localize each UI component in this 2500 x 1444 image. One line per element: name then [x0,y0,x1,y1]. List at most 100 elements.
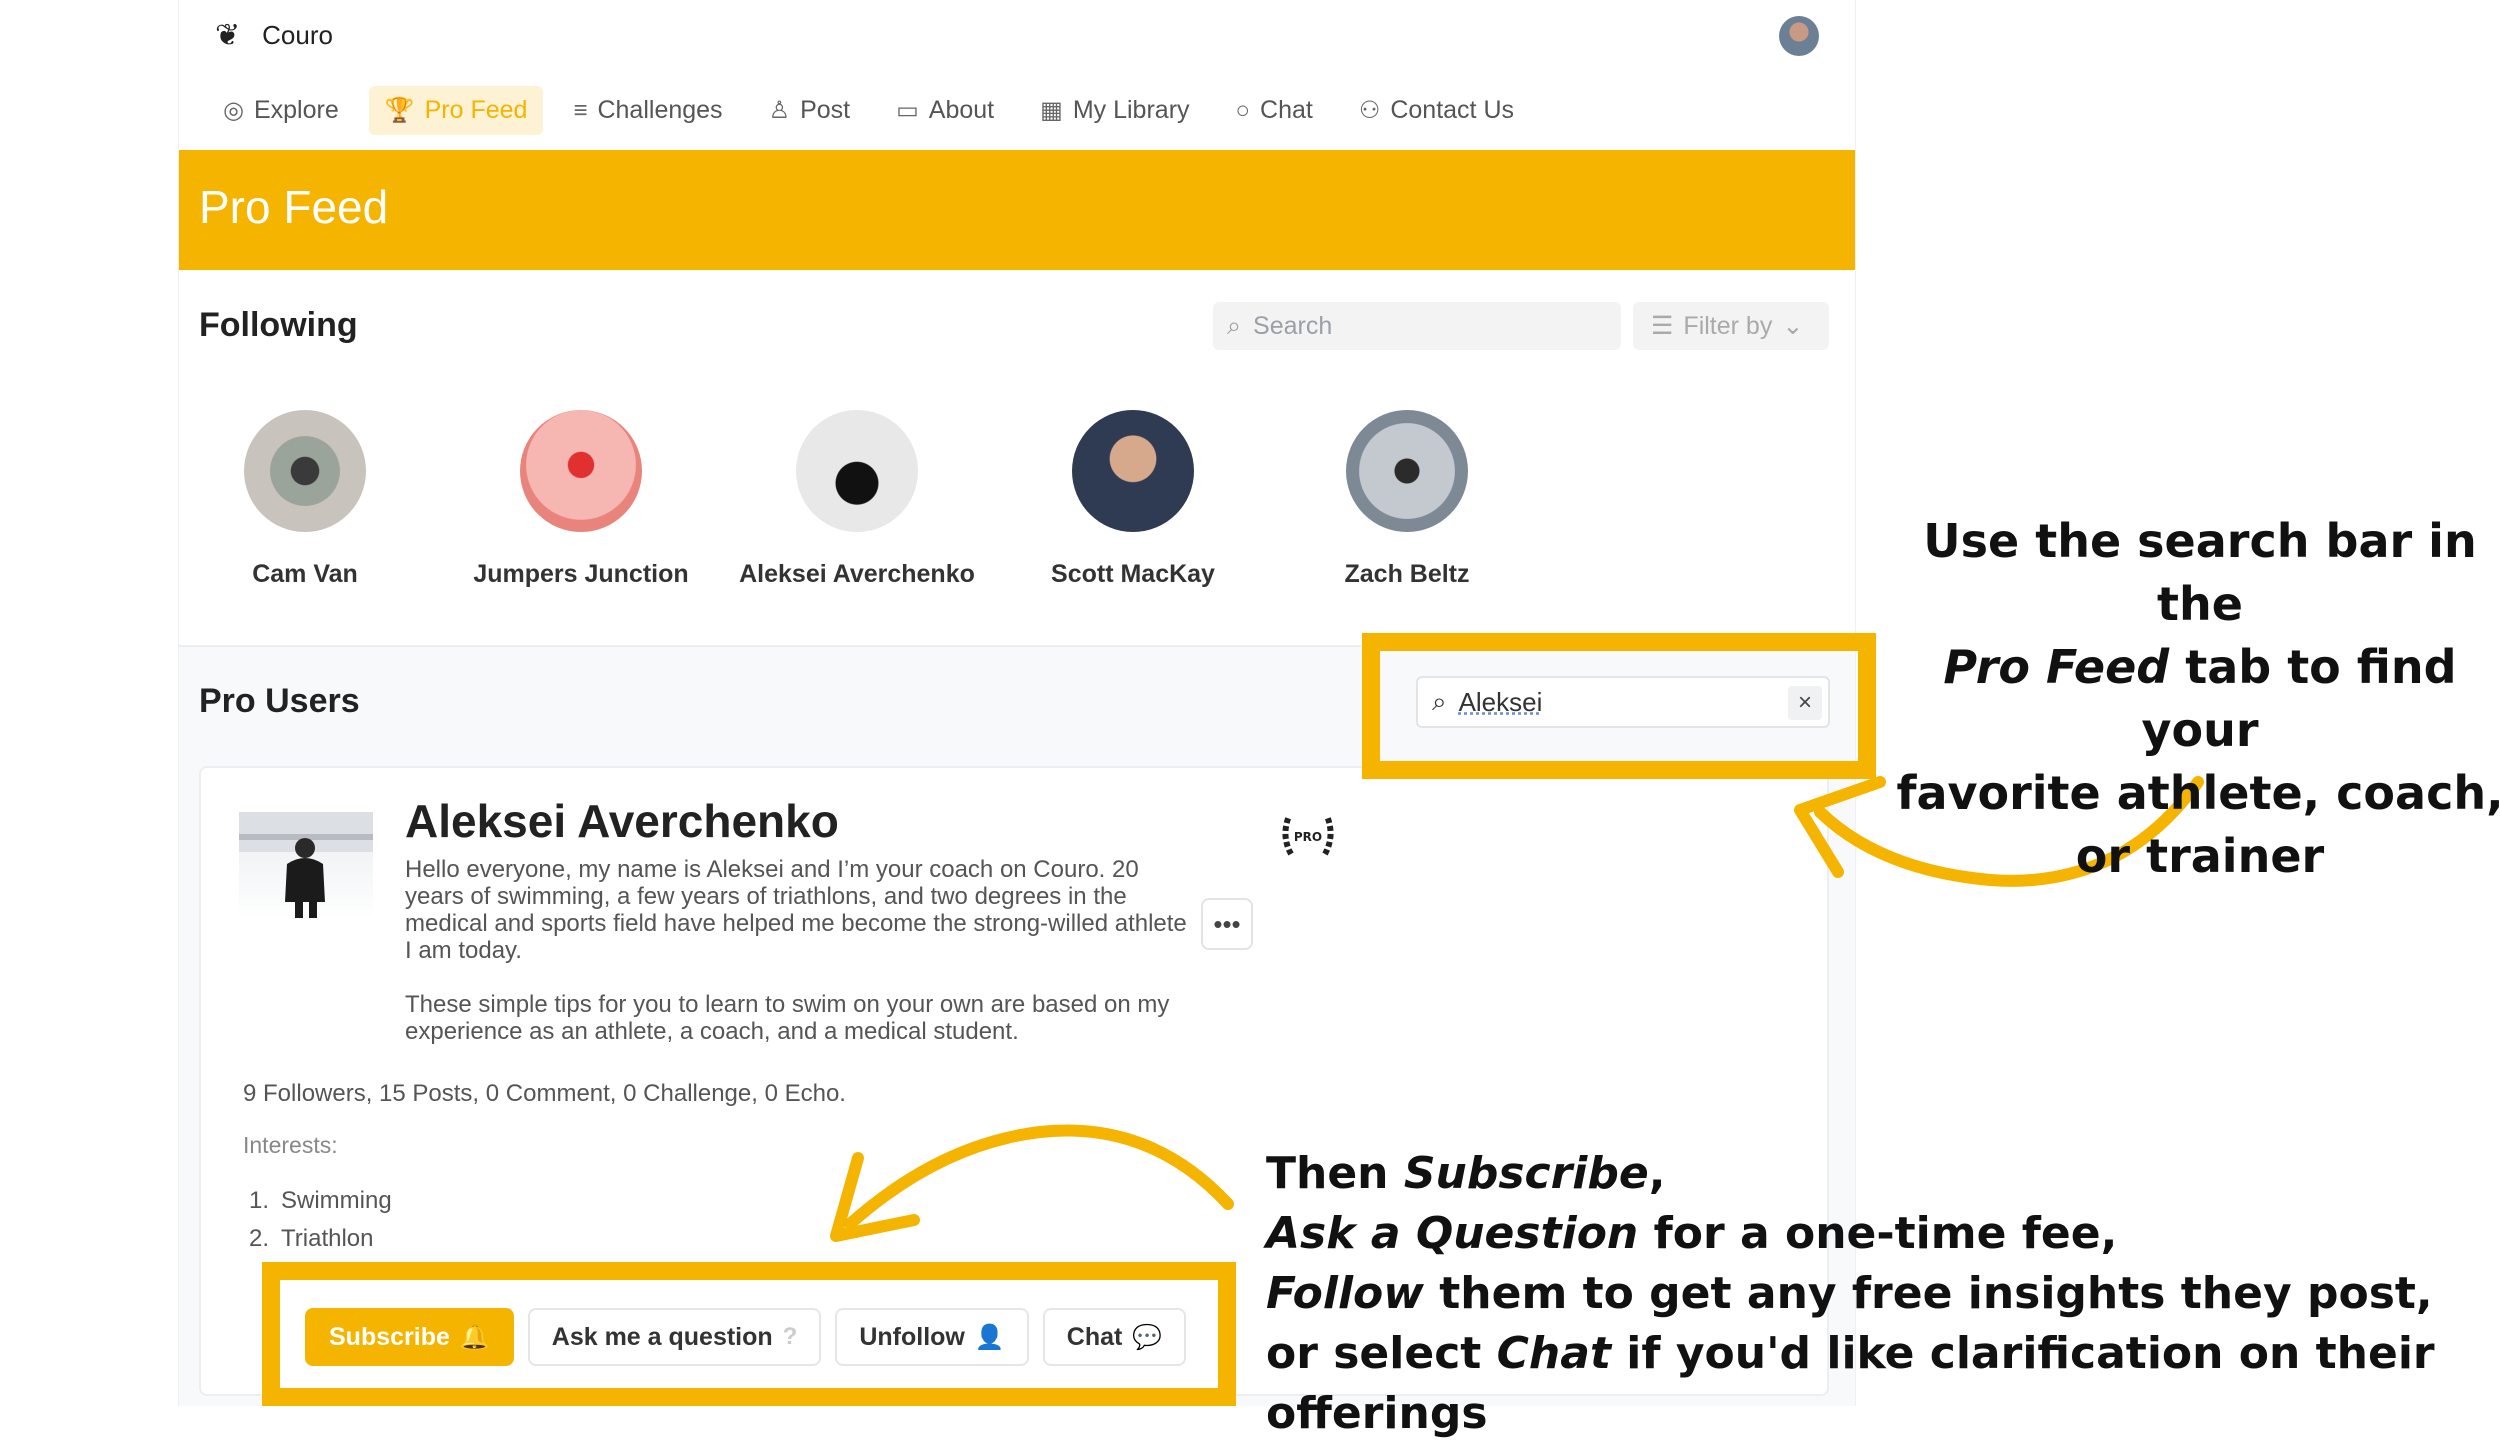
annotation-line: Then Subscribe, [1266,1144,2496,1204]
annotation-text: Then [1266,1148,1404,1199]
interests-label: Interests: [243,1132,338,1158]
top-bar: ❦ Couro [179,0,1855,72]
filter-icon: ☰ [1651,312,1674,340]
annotation-line: or trainer [2075,829,2325,883]
nav-label: My Library [1072,96,1190,124]
annotation-text: , [1648,1148,1666,1199]
search-icon: ⌕ [1227,311,1242,340]
avatar [1072,410,1194,532]
monitor-icon: ▭ [896,97,919,124]
app-name: Couro [262,20,333,50]
list-number: 1. [248,1187,269,1214]
chat-bubble-icon: ○ [1235,96,1251,124]
pro-users-heading: Pro Users [199,682,360,720]
interest-label: Triathlon [281,1225,374,1252]
following-name: Aleksei Averchenko [739,560,975,588]
coach-photo [239,812,373,918]
following-heading: Following [199,306,358,344]
list-item: 2. Triathlon [233,1220,392,1258]
ellipsis-icon: ••• [1213,908,1241,939]
app-logo[interactable]: ❦ Couro [215,18,333,53]
following-item[interactable]: Scott MacKay [993,410,1273,589]
list-icon: ≡ [573,96,588,124]
user-icon: ♙ [768,97,791,124]
annotation-text: them to get any free insights they post, [1423,1268,2433,1319]
following-item[interactable]: Jumpers Junction [441,410,721,589]
user-avatar[interactable] [1779,16,1819,56]
nav-label: Chat [1260,96,1313,124]
trophy-icon: 🏆 [384,97,415,124]
following-name: Zach Beltz [1344,560,1470,588]
nav-label: Post [800,96,851,124]
annotation-emphasis: Chat [1496,1328,1611,1379]
laurel-badge-icon: PRO [1282,814,1334,856]
annotation-line: Pro Feed tab to find your [1880,636,2500,762]
search-value: Aleksei [1458,686,1543,717]
annotation-text: or select [1266,1328,1497,1379]
nav-post[interactable]: ♙ Post [753,86,867,135]
bio-paragraph: Hello everyone, my name is Aleksei and I… [405,856,1187,964]
following-list: Cam Van Jumpers Junction Aleksei Averche… [179,410,1679,610]
more-options-button[interactable]: ••• [1201,898,1253,950]
nav-label: Pro Feed [424,96,528,124]
annotation-search-tip: Use the search bar in the Pro Feed tab t… [1880,510,2500,888]
following-name: Scott MacKay [1051,560,1215,588]
nav-label: About [928,96,995,124]
users-icon: ⚇ [1358,97,1381,124]
library-plus-icon: ▦ [1040,97,1063,124]
filter-dropdown[interactable]: ☰ Filter by ⌄ [1633,302,1829,350]
list-number: 2. [248,1225,269,1252]
pro-users-search-input[interactable]: ⌕ Aleksei × [1416,676,1830,728]
nav-label: Contact Us [1390,96,1515,124]
annotation-line: favorite athlete, coach, [1896,766,2500,820]
compass-icon: ◎ [223,97,244,124]
search-icon: ⌕ [1432,686,1447,716]
following-item[interactable]: Zach Beltz [1267,410,1547,589]
annotation-emphasis: Follow [1266,1268,1424,1319]
chevron-down-icon: ⌄ [1782,312,1804,340]
following-item[interactable]: Aleksei Averchenko [717,410,997,589]
laurel-icon: ❦ [215,19,241,52]
interest-list: 1. Swimming 2. Triathlon [233,1182,392,1258]
nav-about[interactable]: ▭ About [880,86,1010,135]
nav-label: Challenges [597,96,723,124]
nav-challenges[interactable]: ≡ Challenges [557,86,738,135]
avatar[interactable] [239,812,373,920]
list-item: 1. Swimming [233,1182,392,1220]
avatar [1346,410,1468,532]
annotation-text: for a one-time fee, [1638,1208,2118,1259]
badge-label: PRO [1294,830,1322,844]
bio-paragraph: These simple tips for you to learn to sw… [405,991,1170,1045]
nav-my-library[interactable]: ▦ My Library [1024,86,1205,135]
interest-label: Swimming [281,1187,392,1214]
annotation-action-tip: Then Subscribe, Ask a Question for a one… [1266,1144,2496,1444]
nav-chat[interactable]: ○ Chat [1220,86,1329,135]
nav-pro-feed[interactable]: 🏆 Pro Feed [368,86,544,135]
highlight-frame-actions [262,1262,1236,1406]
annotation-line: or select Chat if you'd like clarificati… [1266,1324,2496,1444]
following-name: Jumpers Junction [473,560,689,588]
clear-icon[interactable]: × [1788,686,1822,720]
search-placeholder: Search [1253,311,1333,340]
pro-user-bio: Hello everyone, my name is Aleksei and I… [405,856,1195,1045]
avatar [244,410,366,532]
following-name: Cam Van [252,560,358,588]
avatar [520,410,642,532]
page-title: Pro Feed [199,181,389,233]
filter-label: Filter by [1683,311,1773,340]
annotation-line: Ask a Question for a one-time fee, [1266,1204,2496,1264]
page-banner: Pro Feed [179,150,1855,270]
following-search-input[interactable]: ⌕ Search [1213,302,1621,350]
nav-label: Explore [253,96,339,124]
annotation-emphasis: Subscribe [1403,1148,1649,1199]
annotation-emphasis: Ask a Question [1266,1208,1639,1259]
annotation-line: Follow them to get any free insights the… [1266,1264,2496,1324]
annotation-line: Use the search bar in the [1923,514,2477,631]
main-nav: ◎ Explore 🏆 Pro Feed ≡ Challenges ♙ Post… [207,86,1530,135]
nav-explore[interactable]: ◎ Explore [207,86,355,135]
pro-badge: PRO [1277,804,1339,866]
avatar [796,410,918,532]
pro-user-name[interactable]: Aleksei Averchenko [405,794,839,848]
following-item[interactable]: Cam Van [165,410,445,589]
nav-contact-us[interactable]: ⚇ Contact Us [1343,86,1530,135]
